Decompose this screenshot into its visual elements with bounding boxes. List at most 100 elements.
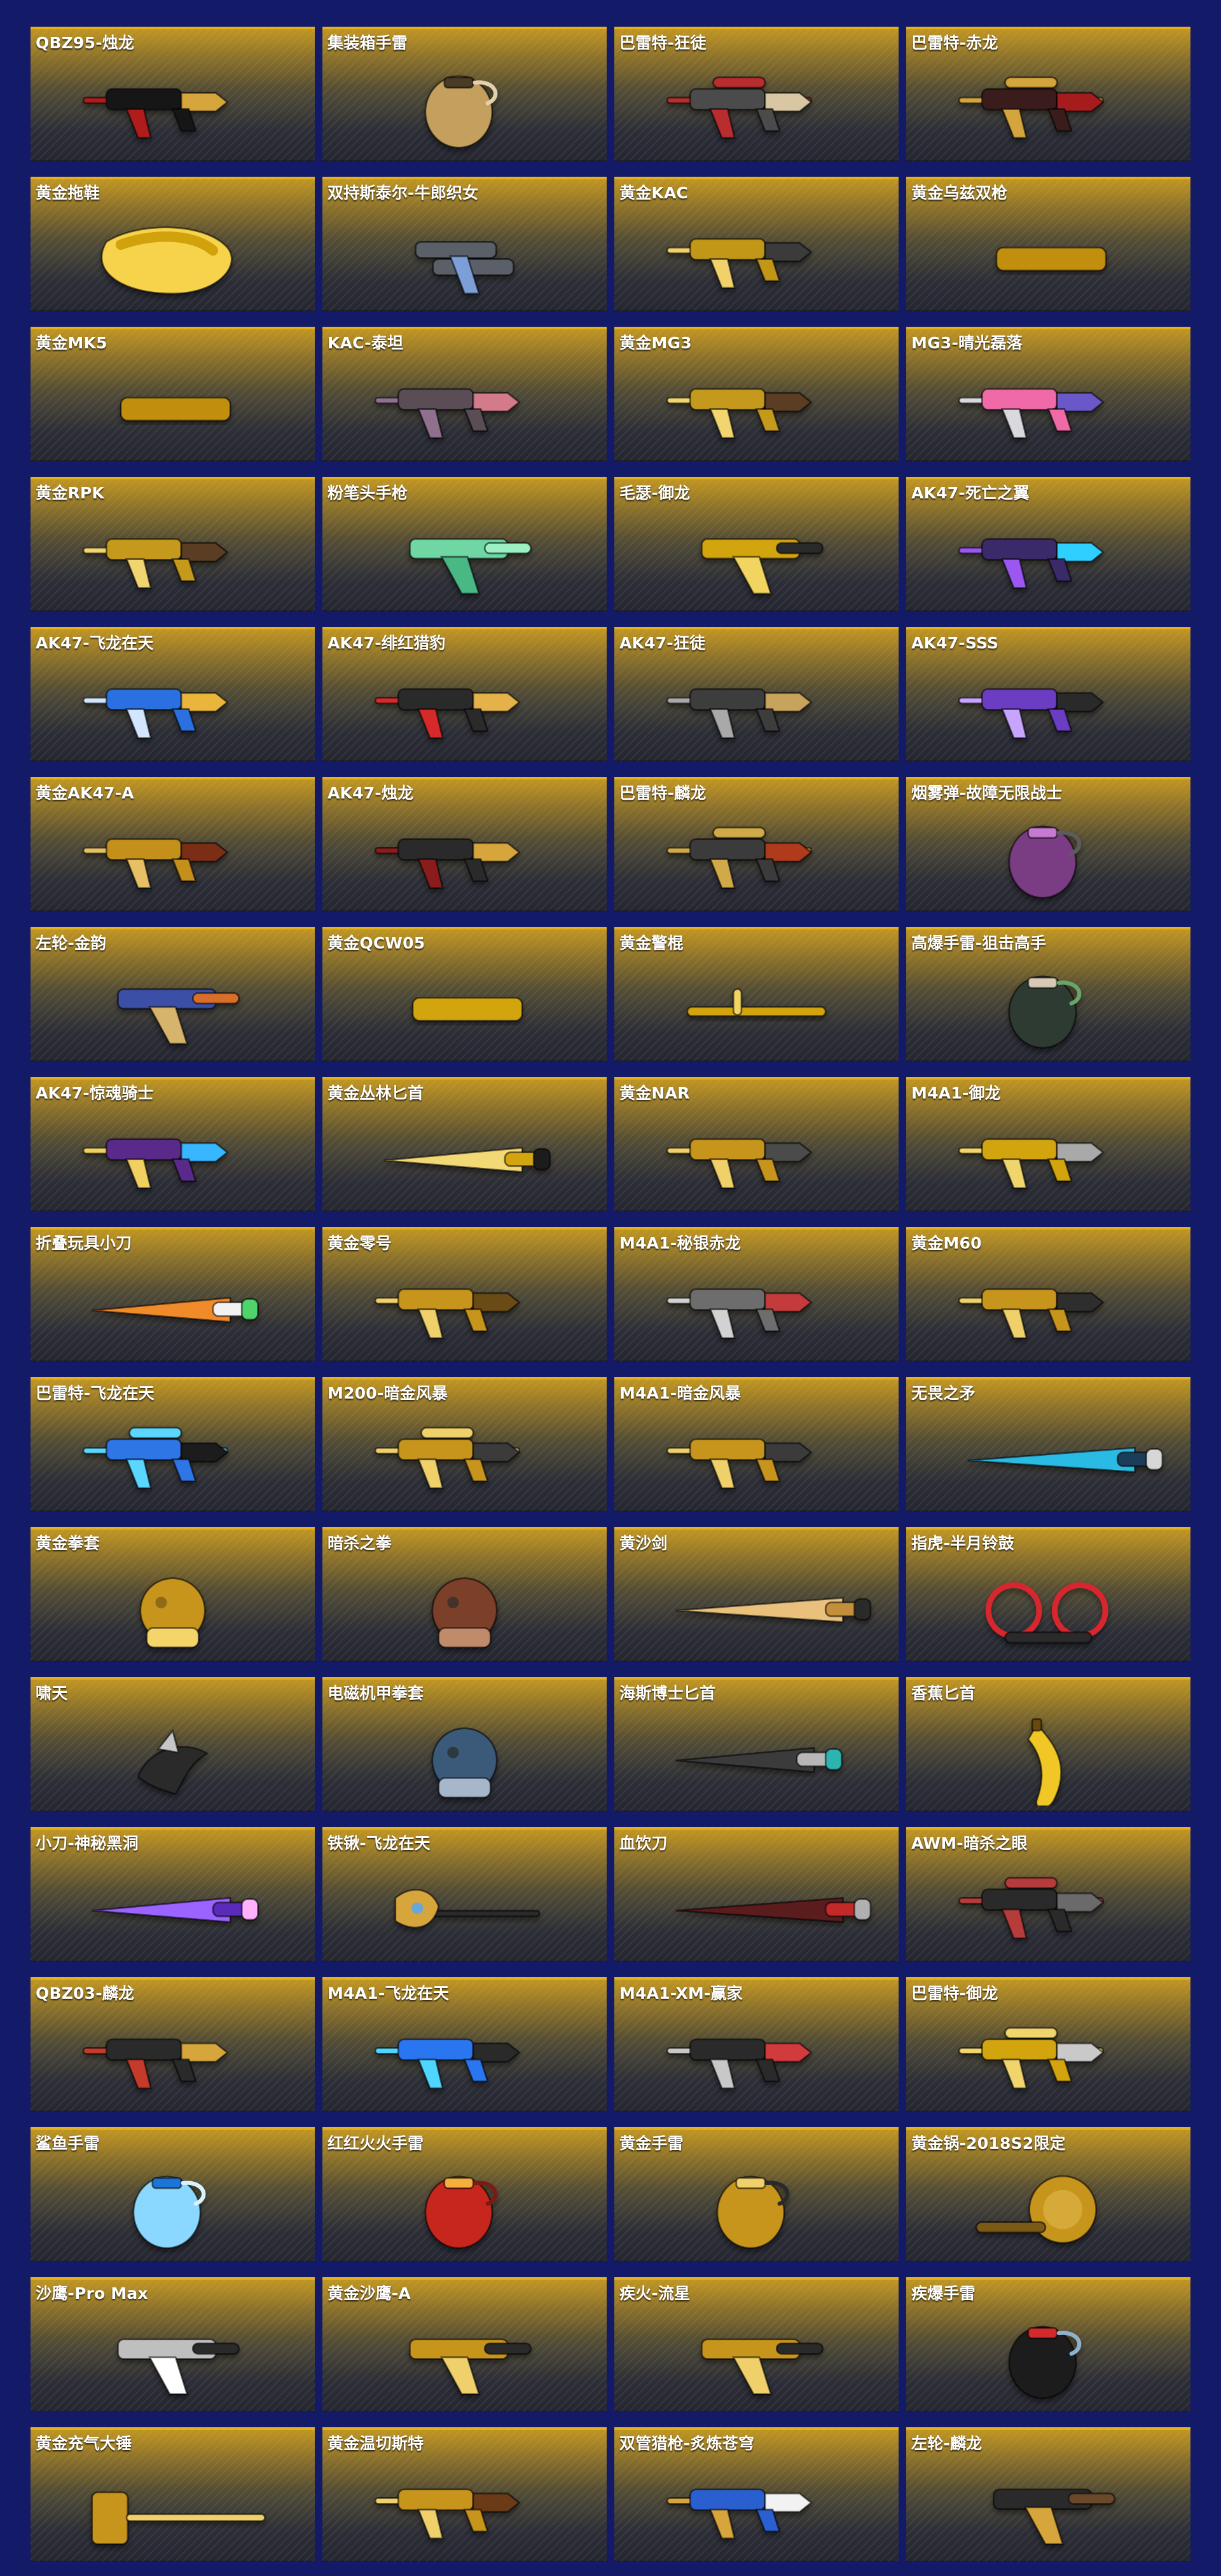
item-card[interactable]: 黄金沙鹰-A — [322, 2277, 607, 2412]
item-title: 铁锹-飞龙在天 — [328, 1834, 431, 1853]
item-card[interactable]: 双管猎枪-炙炼苍穹 — [614, 2427, 899, 2562]
item-card[interactable]: 折叠玩具小刀 — [31, 1227, 315, 1362]
item-title: 黄沙剑 — [619, 1534, 668, 1552]
item-title: M4A1-暗金风暴 — [619, 1384, 742, 1402]
item-card[interactable]: 黄金M60 — [906, 1227, 1190, 1362]
item-card[interactable]: 疾爆手雷 — [906, 2277, 1190, 2412]
item-card[interactable]: 黄金AK47-A — [31, 777, 315, 912]
item-card[interactable]: 黄金QCW05 — [322, 927, 607, 1062]
fire-grenade-icon — [329, 2158, 600, 2256]
item-title: 毛瑟-御龙 — [619, 484, 691, 502]
item-card[interactable]: 血饮刀 — [614, 1827, 899, 1962]
item-card[interactable]: 烟雾弹-故障无限战士 — [906, 777, 1190, 912]
item-card[interactable]: M4A1-飞龙在天 — [322, 1977, 607, 2112]
item-card[interactable]: QBZ95-烛龙 — [31, 27, 315, 161]
revolver-icon — [37, 957, 308, 1055]
item-card[interactable]: 左轮-麟龙 — [906, 2427, 1190, 2562]
item-card[interactable]: M4A1-暗金风暴 — [614, 1377, 899, 1512]
sniper-rifle-icon — [329, 1408, 600, 1505]
item-title: 巴雷特-狂徒 — [619, 34, 707, 52]
item-card[interactable]: AK47-死亡之翼 — [906, 477, 1190, 612]
item-title: 黄金乌兹双枪 — [911, 184, 1008, 202]
rifle-icon — [37, 57, 308, 155]
item-title: 黄金RPK — [36, 484, 104, 502]
item-card[interactable]: AK47-烛龙 — [322, 777, 607, 912]
item-card[interactable]: 疾火-流星 — [614, 2277, 899, 2412]
item-card[interactable]: 集装箱手雷 — [322, 27, 607, 161]
item-title: 黄金沙鹰-A — [328, 2284, 411, 2303]
item-title: 巴雷特-御龙 — [911, 1984, 998, 2003]
item-card[interactable]: 香蕉匕首 — [906, 1677, 1190, 1812]
item-card[interactable]: QBZ03-麟龙 — [31, 1977, 315, 2112]
item-card[interactable]: M4A1-秘银赤龙 — [614, 1227, 899, 1362]
blade-icon — [621, 1858, 892, 1956]
item-card[interactable]: AK47-绯红猎豹 — [322, 627, 607, 762]
item-card[interactable]: 黄金KAC — [614, 177, 899, 312]
item-card[interactable]: 巴雷特-狂徒 — [614, 27, 899, 161]
item-card[interactable]: 小刀-神秘黑洞 — [31, 1827, 315, 1962]
item-card[interactable]: MG3-晴光磊落 — [906, 327, 1190, 462]
item-card[interactable]: 沙鹰-Pro Max — [31, 2277, 315, 2412]
item-title: 啸天 — [36, 1684, 68, 1702]
item-card[interactable]: 双持斯泰尔-牛郎织女 — [322, 177, 607, 312]
rifle-icon — [621, 2008, 892, 2106]
pistol-icon — [329, 2308, 600, 2406]
item-card[interactable]: 黄金MG3 — [614, 327, 899, 462]
item-card[interactable]: 黄金乌兹双枪 — [906, 177, 1190, 312]
item-card[interactable]: 啸天 — [31, 1677, 315, 1812]
item-card[interactable]: 红红火火手雷 — [322, 2127, 607, 2262]
item-title: 黄金零号 — [328, 1234, 392, 1252]
item-card[interactable]: 黄金温切斯特 — [322, 2427, 607, 2562]
item-card[interactable]: 黄金NAR — [614, 1077, 899, 1212]
machine-gun-icon — [37, 507, 308, 605]
item-card[interactable]: AK47-惊魂骑士 — [31, 1077, 315, 1212]
item-card[interactable]: 指虎-半月铃鼓 — [906, 1527, 1190, 1662]
item-card[interactable]: AK47-飞龙在天 — [31, 627, 315, 762]
item-title: 香蕉匕首 — [911, 1684, 976, 1702]
item-card[interactable]: 电磁机甲拳套 — [322, 1677, 607, 1812]
item-card[interactable]: 黄金零号 — [322, 1227, 607, 1362]
item-card[interactable]: M4A1-XM-赢家 — [614, 1977, 899, 2112]
item-card[interactable]: 粉笔头手枪 — [322, 477, 607, 612]
item-card[interactable]: 黄金拳套 — [31, 1527, 315, 1662]
item-card[interactable]: 巴雷特-飞龙在天 — [31, 1377, 315, 1512]
item-title: 黄金锅-2018S2限定 — [911, 2134, 1066, 2153]
item-card[interactable]: 巴雷特-麟龙 — [614, 777, 899, 912]
dual-pistol-icon — [621, 2308, 892, 2406]
shotgun-icon — [621, 2458, 892, 2556]
item-card[interactable]: 黄金丛林匕首 — [322, 1077, 607, 1212]
item-card[interactable]: 左轮-金韵 — [31, 927, 315, 1062]
item-card[interactable]: AK47-狂徒 — [614, 627, 899, 762]
item-title: 黄金QCW05 — [328, 934, 425, 952]
item-card[interactable]: 黄金RPK — [31, 477, 315, 612]
item-card[interactable]: 黄沙剑 — [614, 1527, 899, 1662]
item-title: AWM-暗杀之眼 — [911, 1834, 1028, 1853]
item-card[interactable]: 无畏之矛 — [906, 1377, 1190, 1512]
item-card[interactable]: 黄金拖鞋 — [31, 177, 315, 312]
chalk-pistol-icon — [329, 507, 600, 605]
item-card[interactable]: 巴雷特-御龙 — [906, 1977, 1190, 2112]
item-card[interactable]: 高爆手雷-狙击高手 — [906, 927, 1190, 1062]
item-card[interactable]: 黄金MK5 — [31, 327, 315, 462]
fishbowl-grenade-icon — [37, 2158, 308, 2256]
rifle-icon — [621, 1257, 892, 1355]
item-card[interactable]: AK47-SSS — [906, 627, 1190, 762]
item-card[interactable]: 黄金锅-2018S2限定 — [906, 2127, 1190, 2262]
item-title: MG3-晴光磊落 — [911, 334, 1023, 352]
item-card[interactable]: 暗杀之拳 — [322, 1527, 607, 1662]
item-card[interactable]: 黄金警棍 — [614, 927, 899, 1062]
item-card[interactable]: 毛瑟-御龙 — [614, 477, 899, 612]
item-card[interactable]: M4A1-御龙 — [906, 1077, 1190, 1212]
item-card[interactable]: 巴雷特-赤龙 — [906, 27, 1190, 161]
item-card[interactable]: AWM-暗杀之眼 — [906, 1827, 1190, 1962]
item-title: 黄金警棍 — [619, 934, 684, 952]
machine-gun-icon — [621, 357, 892, 455]
item-card[interactable]: M200-暗金风暴 — [322, 1377, 607, 1512]
item-card[interactable]: KAC-泰坦 — [322, 327, 607, 462]
item-card[interactable]: 黄金手雷 — [614, 2127, 899, 2262]
item-card[interactable]: 铁锹-飞龙在天 — [322, 1827, 607, 1962]
item-card[interactable]: 海斯博士匕首 — [614, 1677, 899, 1812]
item-card[interactable]: 鲨鱼手雷 — [31, 2127, 315, 2262]
item-title: 左轮-麟龙 — [911, 2434, 983, 2453]
item-card[interactable]: 黄金充气大锤 — [31, 2427, 315, 2562]
